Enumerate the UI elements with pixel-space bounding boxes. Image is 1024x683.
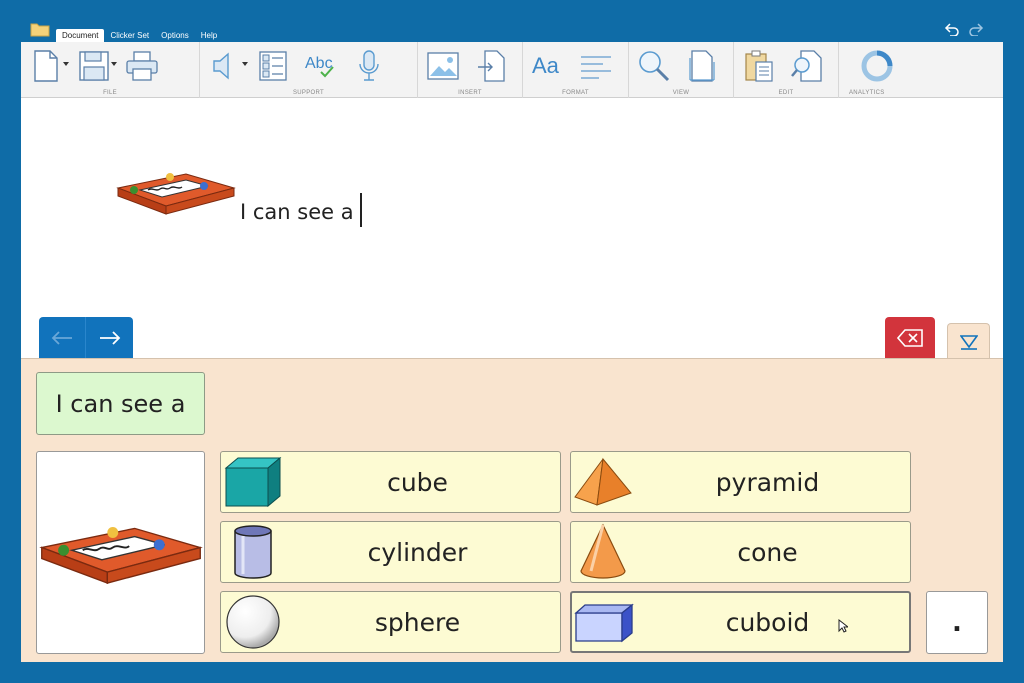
word-cell-cube[interactable]: cube — [220, 451, 561, 513]
ribbon: FILE Abc SUPPORT INSERT Aa FORMAT VIEW E… — [21, 42, 1003, 98]
word-cell-pyramid[interactable]: pyramid — [570, 451, 911, 513]
tab-help[interactable]: Help — [195, 29, 223, 42]
tab-document[interactable]: Document — [56, 29, 105, 42]
group-label-file: FILE — [103, 90, 117, 96]
find-icon[interactable] — [790, 48, 824, 84]
tab-clicker-set[interactable]: Clicker Set — [104, 29, 155, 42]
svg-text:Abc: Abc — [305, 55, 333, 72]
ribbon-group-insert: INSERT — [418, 42, 523, 98]
arrow-left-icon — [51, 330, 72, 345]
group-label-insert: INSERT — [458, 90, 482, 96]
save-icon[interactable] — [77, 48, 117, 84]
ribbon-group-support: Abc SUPPORT — [200, 42, 418, 98]
arrow-right-icon — [99, 330, 120, 345]
spell-check-icon[interactable]: Abc — [304, 48, 338, 84]
new-document-icon[interactable] — [29, 48, 69, 84]
box-picture — [116, 168, 236, 220]
word-cell-cone[interactable]: cone — [570, 521, 911, 583]
document-text-content: I can see a — [240, 200, 354, 224]
triangle-down-icon — [959, 335, 978, 350]
group-label-format: FORMAT — [562, 90, 589, 96]
word-label: cuboid — [725, 607, 810, 637]
period-cell[interactable]: . — [926, 591, 988, 654]
folder-icon[interactable] — [30, 22, 50, 37]
cone-icon — [573, 523, 633, 579]
paste-icon[interactable] — [742, 48, 776, 84]
ribbon-group-format: Aa FORMAT — [523, 42, 629, 98]
analytics-icon[interactable] — [847, 48, 907, 84]
next-grid-button[interactable] — [86, 317, 133, 358]
svg-text:Aa: Aa — [532, 53, 560, 78]
word-label: sphere — [374, 607, 461, 637]
group-label-view: VIEW — [672, 90, 690, 96]
word-cell-cuboid[interactable]: cuboid — [570, 591, 911, 653]
tab-options[interactable]: Options — [155, 29, 195, 42]
undo-icon[interactable] — [944, 22, 960, 36]
word-label: cone — [737, 537, 798, 567]
microphone-icon[interactable] — [352, 48, 386, 84]
word-cell-cylinder[interactable]: cylinder — [220, 521, 561, 583]
collapse-button[interactable] — [947, 323, 990, 360]
cube-icon — [223, 455, 283, 509]
text-cursor — [359, 193, 362, 227]
paragraph-icon[interactable] — [579, 48, 613, 84]
sentence-cell[interactable]: I can see a — [36, 372, 205, 435]
insert-picture-icon[interactable] — [426, 48, 460, 84]
word-list-icon[interactable] — [256, 48, 290, 84]
redo-icon[interactable] — [968, 22, 984, 36]
clicker-nav — [39, 317, 133, 358]
group-label-analytics: ANALYTICS — [849, 90, 885, 96]
clicker-panel: I can see a cube pyramid cylinder cone s… — [21, 358, 1003, 662]
ribbon-group-analytics: ANALYTICS — [839, 42, 1003, 98]
pyramid-icon — [573, 455, 633, 509]
insert-file-icon[interactable] — [474, 48, 508, 84]
cuboid-icon — [574, 596, 634, 650]
word-cell-sphere[interactable]: sphere — [220, 591, 561, 653]
ribbon-group-file: FILE — [21, 42, 200, 98]
undo-redo — [944, 22, 984, 36]
print-icon[interactable] — [125, 48, 159, 84]
sphere-icon — [223, 595, 283, 649]
zoom-icon[interactable] — [637, 48, 671, 84]
group-label-support: SUPPORT — [293, 90, 324, 96]
word-label: cube — [387, 467, 448, 497]
backspace-icon — [897, 328, 923, 347]
word-label: cylinder — [367, 537, 468, 567]
picture-cell[interactable] — [36, 451, 205, 654]
cylinder-icon — [223, 525, 283, 579]
font-icon[interactable]: Aa — [531, 48, 565, 84]
document-area[interactable]: I can see a — [21, 98, 1003, 358]
mouse-cursor-icon — [838, 618, 850, 637]
box-picture-large — [38, 526, 203, 584]
ribbon-group-view: VIEW — [629, 42, 734, 98]
page-size-icon[interactable] — [685, 48, 719, 84]
group-label-edit: EDIT — [778, 90, 794, 96]
previous-grid-button[interactable] — [39, 317, 86, 358]
word-label: pyramid — [715, 467, 820, 497]
ribbon-group-edit: EDIT — [734, 42, 839, 98]
document-text: I can see a — [240, 193, 362, 230]
delete-button[interactable] — [885, 317, 935, 358]
menu-tabs: Document Clicker Set Options Help — [56, 29, 223, 42]
speaker-icon[interactable] — [208, 48, 248, 84]
